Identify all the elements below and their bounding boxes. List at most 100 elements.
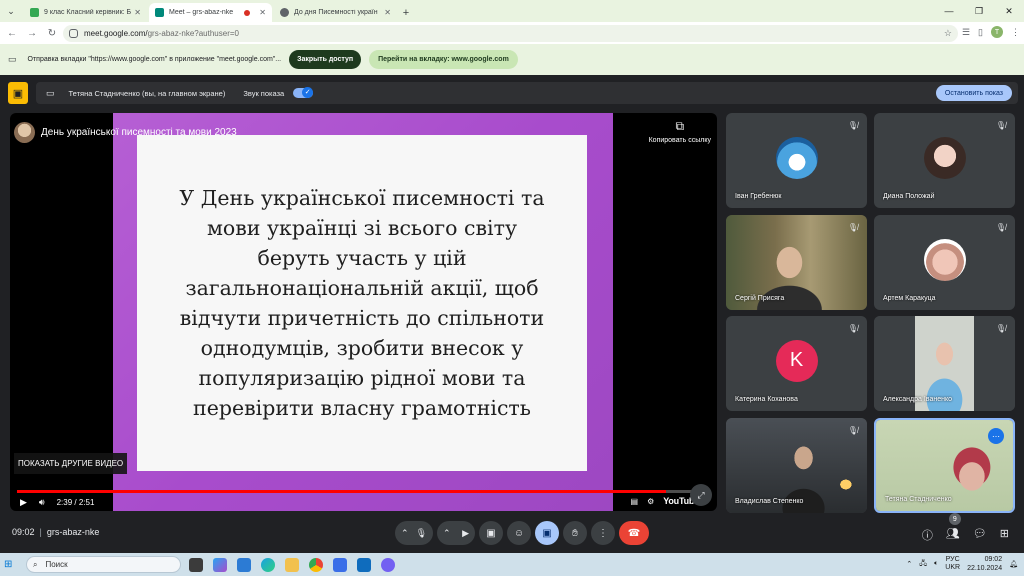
menu-kebab-icon[interactable]: ⋮ [1011,27,1020,38]
chevron-up-icon[interactable]: ⌃ [443,528,451,539]
back-icon[interactable]: ← [2,28,22,39]
expand-tile-icon[interactable]: ⤢ [690,484,712,506]
input-language[interactable]: РУС UKR [945,556,960,572]
mic-off-icon: 🎙︎̸ [995,121,1006,130]
participant-tile[interactable]: 🎙︎̸ Іван Гребенюк [726,113,867,208]
present-screen-icon: ▣ [8,82,28,104]
close-tab-icon[interactable]: ✕ [384,8,391,17]
taskbar-clock[interactable]: 09:02 22.10.2024 [967,555,1002,573]
chevron-up-icon[interactable]: ⌃ [401,528,409,539]
tab-search-icon[interactable]: ⌄ [0,0,22,22]
slide-line: відчути причетність до спільноти [179,306,545,330]
copy-link-button[interactable]: ⧉ Копировать ссылку [649,119,711,144]
video-progress-bar[interactable] [17,490,707,493]
notification-bell-icon[interactable]: 🔔︎ [1009,560,1018,568]
video-time: 2:39 / 2:51 [56,497,95,507]
settings-gear-icon[interactable]: ⚙ [647,497,654,506]
presenting-bar: ▣ ▭ Тетяна Стадниченко (вы, на главном э… [0,79,1024,108]
tab-writing-day[interactable]: До дня Писемності україн ✕ [274,3,397,22]
video-controls-right: ▤ ⚙ YouTube [631,496,700,506]
site-info-icon[interactable] [69,29,78,38]
captions-button[interactable]: ▣ [479,521,503,545]
mic-button[interactable]: ⌃ 🎙︎ [395,521,433,545]
edge-icon[interactable] [261,557,275,572]
file-explorer-icon[interactable] [285,557,299,572]
share-audio-label: Звук показа [243,88,285,98]
stop-presenting-button[interactable]: Остановить показ [935,85,1012,101]
copilot-icon[interactable] [213,557,227,572]
participant-avatar [775,136,818,179]
media-controls-icon[interactable]: ☰ [962,27,970,38]
hand-icon: ✋︎ [572,527,578,539]
outlook-icon[interactable] [357,557,371,572]
participant-name: Артем Каракуца [883,295,936,302]
close-access-button[interactable]: Закрыть доступ [289,50,362,69]
info-icon[interactable]: ⓘ [922,527,933,543]
subtitles-icon[interactable]: ▤ [631,497,639,506]
store-icon[interactable] [333,557,347,572]
participant-tile[interactable]: 🎙︎̸ Диана Положай [874,113,1015,208]
volume-icon[interactable]: 🔈︎ [934,560,938,568]
browser-tab-strip: ⌄ 9 клас Класний керівник: Бойк ✕ Meet –… [0,0,1024,22]
bookmark-star-icon[interactable]: ☆ [944,28,952,39]
close-window-icon[interactable]: ✕ [994,0,1024,22]
network-icon[interactable]: 🖧︎ [919,559,927,570]
presentation-stage[interactable]: У День української писемності та мови ук… [10,113,717,511]
close-tab-icon[interactable]: ✕ [259,8,266,17]
menu-kebab-icon: ⋮ [598,527,608,539]
present-button[interactable]: ▣ [535,521,559,545]
more-options-button[interactable]: ⋮ [591,521,615,545]
leave-call-button[interactable]: ☎ [619,521,649,545]
tab-meet[interactable]: Meet – grs-abaz-nke ✕ [149,3,272,22]
tab-title: До дня Писемності україн [294,9,378,16]
participant-tile-self[interactable]: ⋯ Тетяна Стадниченко [874,418,1015,513]
camera-button[interactable]: ⌃ ▶ [437,521,475,545]
tab-title: Meet – grs-abaz-nke [169,9,234,16]
participant-name: Іван Гребенюк [735,193,782,200]
meeting-time: 09:02 [12,527,35,537]
participant-tile[interactable]: 🎙︎̸ Александра Іваненко [874,316,1015,411]
participant-name: Сергій Присяга [735,295,785,302]
participant-tile[interactable]: K 🎙︎̸ Катерина Коханова [726,316,867,411]
slide-line: мови українці зі всього світу [206,216,518,240]
tab-class-teacher[interactable]: 9 клас Класний керівник: Бойк ✕ [24,3,147,22]
participant-tile[interactable]: 🎙︎̸ Артем Каракуца [874,215,1015,310]
forward-icon[interactable]: → [22,28,42,39]
video-title-bar[interactable]: День української писемності та мови 2023 [14,122,237,143]
restore-icon[interactable]: ❐ [964,0,994,22]
channel-avatar[interactable] [14,122,35,143]
mic-off-icon: 🎙︎̸ [847,324,858,333]
people-button[interactable]: 9 👥︎ [946,513,961,543]
close-tab-icon[interactable]: ✕ [134,8,141,17]
switch-tab-button[interactable]: Перейти на вкладку: www.google.com [369,50,518,69]
task-view-icon[interactable] [189,557,203,572]
share-audio-toggle[interactable] [293,87,314,98]
chat-icon[interactable]: 💬︎ [973,527,987,543]
participant-tile[interactable]: 🎙︎̸ Владислав Степенко [726,418,867,513]
slide-frame: У День української писемності та мови ук… [113,113,613,511]
volume-icon[interactable]: 🔊︎ [39,497,45,508]
mic-off-icon: 🎙︎̸ [995,223,1006,232]
address-bar[interactable]: meet.google.com/grs-abaz-nke?authuser=0 … [63,25,958,42]
video-title[interactable]: День української писемності та мови 2023 [41,127,237,138]
tray-chevron-icon[interactable]: ⌃ [906,560,912,568]
reload-icon[interactable]: ↻ [42,28,62,39]
slide-line: загальнонаціональній акції, щоб [185,276,539,300]
more-videos-button[interactable]: ПОКАЗАТЬ ДРУГИЕ ВИДЕО [14,453,128,474]
new-tab-button[interactable]: + [397,3,415,22]
participant-tile[interactable]: 🎙︎̸ Сергій Присяга [726,215,867,310]
photos-icon[interactable] [237,557,251,572]
play-icon[interactable]: ▶ [20,497,27,508]
profile-avatar[interactable]: T [991,26,1003,38]
chrome-icon[interactable] [309,557,323,572]
raise-hand-button[interactable]: ✋︎ [563,521,587,545]
activities-icon[interactable]: ⊞ [1000,527,1009,543]
viber-icon[interactable] [381,557,395,572]
search-placeholder: Поиск [45,560,68,569]
side-panel-icon[interactable]: ▯ [978,27,983,38]
reactions-button[interactable]: ☺ [507,521,531,545]
url-path: grs-abaz-nke?authuser=0 [147,29,239,38]
taskbar-search[interactable]: ⌕ Поиск [26,556,181,573]
minimize-icon[interactable]: — [934,0,964,22]
windows-start-icon[interactable]: ⊞ [4,559,24,570]
